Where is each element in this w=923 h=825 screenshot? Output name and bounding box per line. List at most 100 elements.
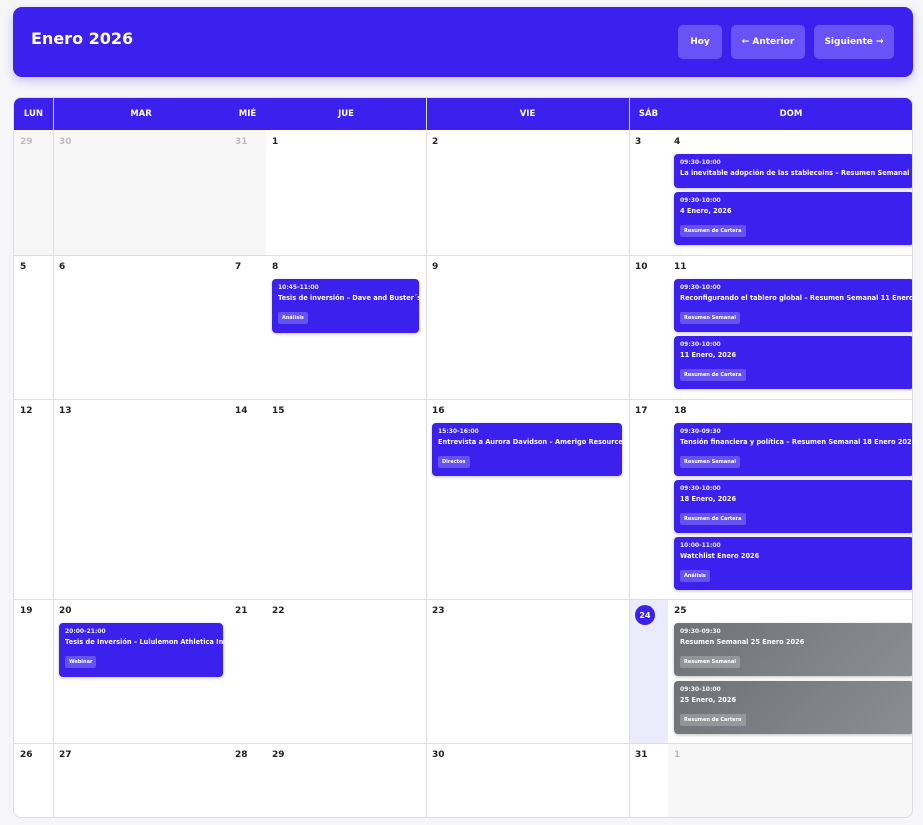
event-time: 09:30-10:00 xyxy=(680,485,721,492)
event-tag: Análisis xyxy=(680,570,710,582)
outside-month-cell xyxy=(668,743,912,817)
event-time: 10:45-11:00 xyxy=(278,284,319,291)
outside-month-cells xyxy=(14,130,266,255)
day-number[interactable]: 28 xyxy=(235,750,248,760)
event-card[interactable]: 15:30-16:00 Entrevista a Aurora Davidson… xyxy=(432,423,622,476)
day-number[interactable]: 8 xyxy=(272,262,278,272)
day-number[interactable]: 15 xyxy=(272,406,285,416)
event-time: 10:00-11:00 xyxy=(680,542,721,549)
event-card[interactable]: 09:30-10:00 18 Enero, 2026 Resumen de Ca… xyxy=(674,480,912,533)
event-time: 15:30-16:00 xyxy=(438,428,479,435)
day-number[interactable]: 20 xyxy=(59,606,72,616)
day-number[interactable]: 17 xyxy=(635,406,648,416)
event-tag: Resumen Semanal xyxy=(680,656,740,668)
day-number[interactable]: 31 xyxy=(235,137,248,147)
day-number[interactable]: 16 xyxy=(432,406,445,416)
event-title: La inevitable adopción de las stablecoin… xyxy=(680,169,912,177)
event-card[interactable]: 09:30-10:00 La inevitable adopción de la… xyxy=(674,154,912,188)
day-number[interactable]: 5 xyxy=(20,262,26,272)
grid-line xyxy=(14,599,912,600)
day-number[interactable]: 29 xyxy=(272,750,285,760)
day-number[interactable]: 12 xyxy=(20,406,33,416)
event-tag: Resumen de Cartera xyxy=(680,714,746,726)
weekday-tue: MAR xyxy=(53,98,229,130)
day-number[interactable]: 22 xyxy=(272,606,285,616)
previous-button[interactable]: ← Anterior xyxy=(731,25,805,59)
event-card[interactable]: 09:30-10:00 4 Enero, 2026 Resumen de Car… xyxy=(674,192,912,245)
day-number[interactable]: 23 xyxy=(432,606,445,616)
event-card[interactable]: 10:45-11:00 Tesis de inversión – Dave an… xyxy=(272,279,419,333)
day-number[interactable]: 18 xyxy=(674,406,687,416)
day-number[interactable]: 26 xyxy=(20,750,33,760)
event-tag: Resumen Semanal xyxy=(680,312,740,324)
event-tag: Directos xyxy=(438,456,470,468)
event-card[interactable]: 09:30-10:00 11 Enero, 2026 Resumen de Ca… xyxy=(674,336,912,389)
grid-line xyxy=(629,98,630,817)
event-card[interactable]: 09:30-09:30 Tensión financiera y polític… xyxy=(674,423,912,476)
event-time: 09:30-10:00 xyxy=(680,341,721,348)
day-number[interactable]: 1 xyxy=(674,750,680,760)
event-title: Tesis de inversión – Dave and Buster´s xyxy=(278,294,419,302)
weekday-sun: DOM xyxy=(668,98,912,130)
weekday-sat: SÁB xyxy=(629,98,668,130)
grid-line xyxy=(14,399,912,400)
event-title: 18 Enero, 2026 xyxy=(680,495,737,503)
event-tag: Resumen de Cartera xyxy=(680,513,746,525)
day-number[interactable]: 31 xyxy=(635,750,648,760)
day-number[interactable]: 10 xyxy=(635,262,648,272)
event-tag: Webinar xyxy=(65,656,97,668)
weekday-fri: VIE xyxy=(426,98,629,130)
weekday-mon: LUN xyxy=(14,98,53,130)
day-number[interactable]: 13 xyxy=(59,406,72,416)
event-card-past[interactable]: 09:30-09:30 Resumen Semanal 25 Enero 202… xyxy=(674,623,912,676)
event-title: 11 Enero, 2026 xyxy=(680,351,737,359)
event-title: 25 Enero, 2026 xyxy=(680,696,737,704)
day-number[interactable]: 1 xyxy=(272,137,278,147)
grid-line xyxy=(14,743,912,744)
event-title: 4 Enero, 2026 xyxy=(680,207,732,215)
event-tag: Resumen de Cartera xyxy=(680,225,746,237)
day-number[interactable]: 19 xyxy=(20,606,33,616)
event-time: 09:30-10:00 xyxy=(680,159,721,166)
event-card-past[interactable]: 09:30-10:00 25 Enero, 2026 Resumen de Ca… xyxy=(674,681,912,734)
calendar-grid: LUN MAR MIÉ JUE VIE SÁB DOM 29 30 31 1 2… xyxy=(13,97,913,818)
day-number[interactable]: 3 xyxy=(635,137,641,147)
day-number[interactable]: 27 xyxy=(59,750,72,760)
event-tag: Resumen de Cartera xyxy=(680,369,746,381)
event-card[interactable]: 10:00-11:00 Watchlist Enero 2026 Análisi… xyxy=(674,537,912,590)
day-number[interactable]: 29 xyxy=(20,137,33,147)
day-number[interactable]: 11 xyxy=(674,262,687,272)
weekday-thu: JUE xyxy=(266,98,426,130)
event-time: 09:30-10:00 xyxy=(680,686,721,693)
day-number[interactable]: 2 xyxy=(432,137,438,147)
grid-line xyxy=(53,98,54,817)
month-title: Enero 2026 xyxy=(31,29,134,48)
day-number[interactable]: 30 xyxy=(432,750,445,760)
day-number[interactable]: 4 xyxy=(674,137,680,147)
day-number[interactable]: 30 xyxy=(59,137,72,147)
event-time: 09:30-09:30 xyxy=(680,628,721,635)
event-title: Resumen Semanal 25 Enero 2026 xyxy=(680,638,805,646)
event-title: Watchlist Enero 2026 xyxy=(680,552,760,560)
event-time: 20:00-21:00 xyxy=(65,628,106,635)
event-time: 09:30-10:00 xyxy=(680,284,721,291)
day-number[interactable]: 9 xyxy=(432,262,438,272)
event-card[interactable]: 09:30-10:00 Reconfigurando el tablero gl… xyxy=(674,279,913,332)
today-button[interactable]: Hoy xyxy=(678,25,722,59)
day-number[interactable]: 14 xyxy=(235,406,248,416)
grid-line xyxy=(14,255,912,256)
event-title: Entrevista a Aurora Davidson – Amerigo R… xyxy=(438,438,622,446)
day-number[interactable]: 7 xyxy=(235,262,241,272)
event-tag: Análisis xyxy=(278,312,308,324)
day-number[interactable]: 25 xyxy=(674,606,687,616)
event-title: Reconfigurando el tablero global – Resum… xyxy=(680,294,913,302)
event-card[interactable]: 20:00-21:00 Tesis de Inversión – Lululem… xyxy=(59,623,223,677)
next-button[interactable]: Siguiente → xyxy=(814,25,894,59)
day-number[interactable]: 21 xyxy=(235,606,248,616)
weekday-wed: MIÉ xyxy=(229,98,266,130)
today-badge[interactable]: 24 xyxy=(635,605,655,625)
calendar-header: Enero 2026 Hoy ← Anterior Siguiente → xyxy=(13,7,913,77)
event-time: 09:30-10:00 xyxy=(680,197,721,204)
day-number[interactable]: 6 xyxy=(59,262,65,272)
event-time: 09:30-09:30 xyxy=(680,428,721,435)
